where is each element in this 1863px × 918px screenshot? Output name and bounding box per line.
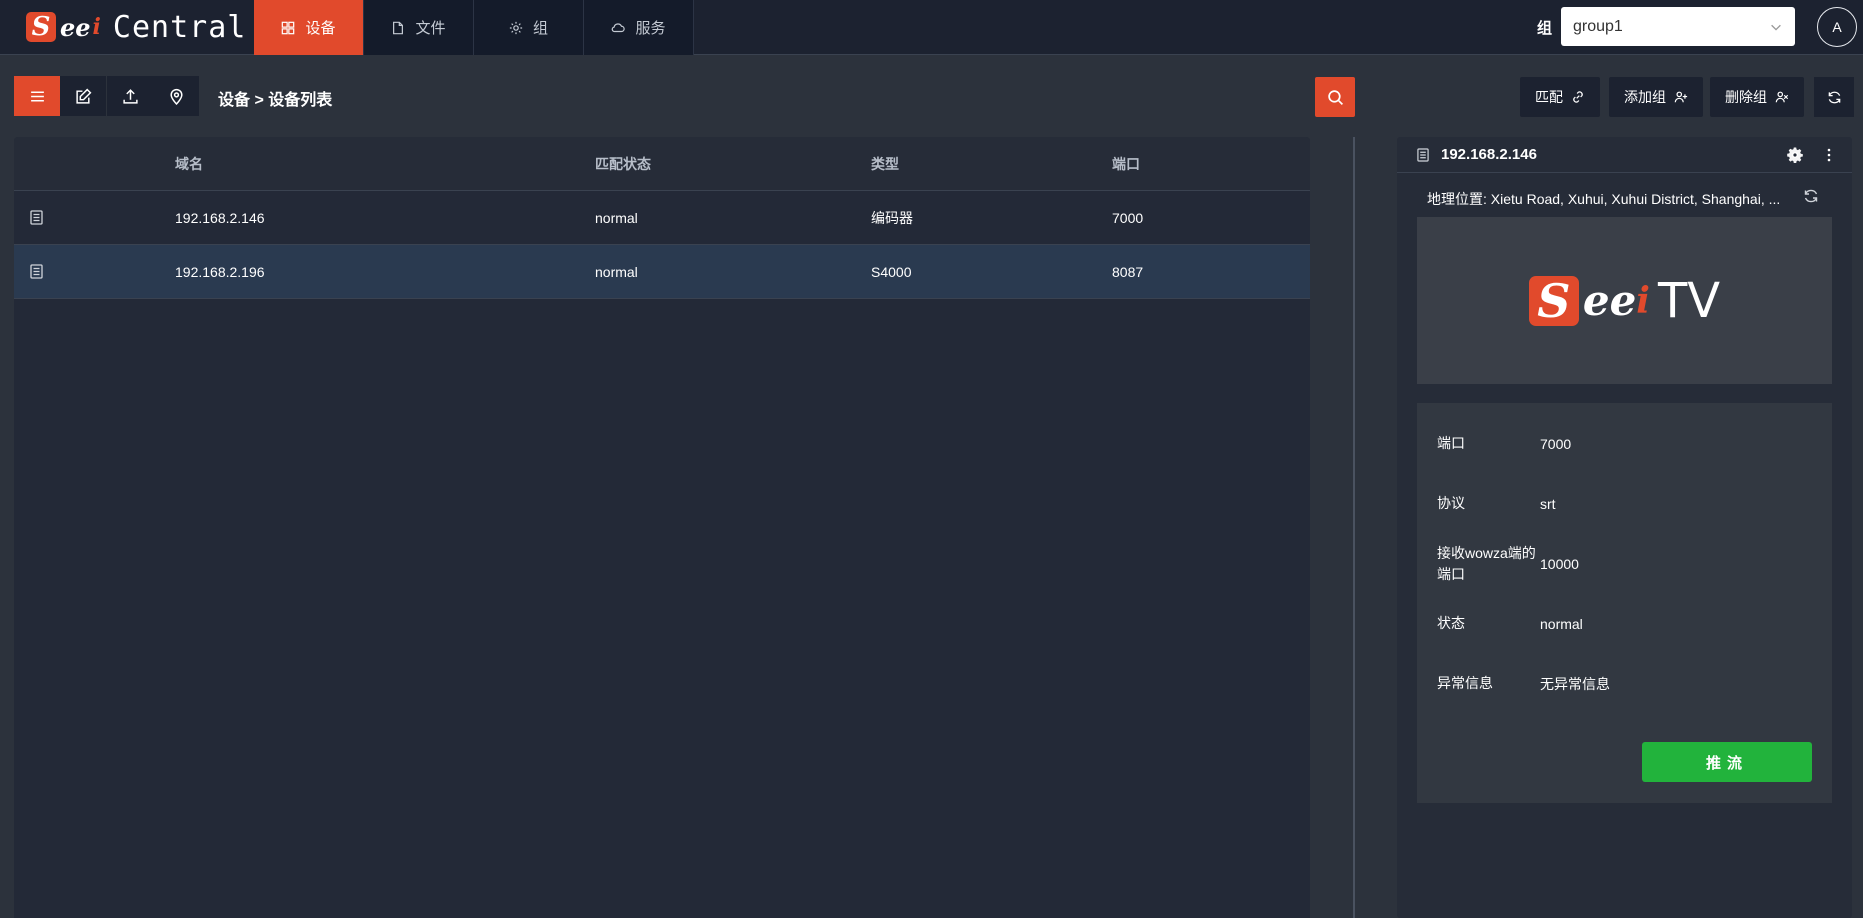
cell-status: normal bbox=[595, 209, 638, 226]
remove-user-icon bbox=[1775, 91, 1789, 103]
match-button-label: 匹配 bbox=[1535, 89, 1563, 105]
field-value: normal bbox=[1540, 615, 1583, 632]
field-label: 协议 bbox=[1437, 495, 1465, 511]
add-group-button[interactable]: 添加组 bbox=[1609, 77, 1703, 117]
device-table: 域名 匹配状态 类型 端口 192.168.2.146 normal 编码器 7… bbox=[14, 137, 1310, 918]
logo-i: i bbox=[92, 14, 101, 40]
group-select-value: group1 bbox=[1573, 17, 1623, 35]
logo-ee: ee bbox=[60, 12, 91, 42]
tab-label: 设备 bbox=[305, 20, 336, 37]
seei-tv-logo: S ee i TV bbox=[1528, 272, 1721, 329]
tv-logo-ee: ee bbox=[1582, 276, 1637, 325]
add-user-icon bbox=[1674, 91, 1688, 103]
cell-type: 编码器 bbox=[871, 209, 913, 226]
field-row-wowza-port: 接收wowza端的端口 10000 bbox=[1437, 543, 1817, 585]
match-button[interactable]: 匹配 bbox=[1520, 77, 1600, 117]
upload-icon bbox=[122, 88, 138, 104]
tab-label: 文件 bbox=[415, 20, 446, 37]
field-row-port: 端口 7000 bbox=[1437, 433, 1817, 454]
tab-label: 服务 bbox=[635, 20, 666, 37]
field-label: 接收wowza端的端口 bbox=[1437, 545, 1536, 582]
cell-domain: 192.168.2.196 bbox=[175, 263, 265, 280]
delete-group-button-label: 删除组 bbox=[1725, 89, 1767, 105]
edit-button[interactable] bbox=[60, 76, 106, 116]
field-row-status: 状态 normal bbox=[1437, 613, 1817, 634]
device-icon bbox=[30, 210, 43, 225]
tab-devices[interactable]: 设备 bbox=[254, 0, 364, 55]
cell-port: 8087 bbox=[1112, 263, 1144, 280]
cloud-icon bbox=[612, 22, 626, 32]
search-button[interactable] bbox=[1315, 77, 1355, 117]
detail-fields: 端口 7000 协议 srt 接收wowza端的端口 10000 状态 norm… bbox=[1417, 403, 1832, 803]
tv-logo-i: i bbox=[1636, 279, 1650, 322]
column-header-domain[interactable]: 域名 bbox=[175, 154, 595, 174]
device-detail-panel: 192.168.2.146 地理位置: Xietu Road, Xuhui, X… bbox=[1397, 137, 1852, 918]
settings-gear-icon[interactable] bbox=[1787, 147, 1803, 163]
field-label: 状态 bbox=[1437, 615, 1465, 631]
field-row-protocol: 协议 srt bbox=[1437, 493, 1817, 514]
field-value: srt bbox=[1540, 495, 1556, 512]
field-value: 无异常信息 bbox=[1540, 675, 1610, 692]
panel-splitter[interactable] bbox=[1353, 137, 1355, 918]
table-row[interactable]: 192.168.2.196 normal S4000 8087 bbox=[14, 245, 1310, 299]
column-header-match-status[interactable]: 匹配状态 bbox=[595, 154, 871, 174]
logo-badge: S bbox=[26, 12, 56, 42]
tab-groups[interactable]: 组 bbox=[474, 0, 584, 55]
table-row[interactable]: 192.168.2.146 normal 编码器 7000 bbox=[14, 191, 1310, 245]
delete-group-button[interactable]: 删除组 bbox=[1710, 77, 1804, 117]
avatar[interactable]: A bbox=[1817, 7, 1857, 47]
upload-button[interactable] bbox=[107, 76, 153, 116]
field-label: 端口 bbox=[1437, 435, 1465, 451]
cell-status: normal bbox=[595, 263, 638, 280]
location-refresh-icon[interactable] bbox=[1803, 188, 1819, 204]
file-icon bbox=[393, 21, 404, 34]
tab-services[interactable]: 服务 bbox=[584, 0, 694, 55]
device-icon bbox=[1417, 147, 1429, 162]
edit-icon bbox=[75, 88, 91, 104]
column-header-port[interactable]: 端口 bbox=[1112, 154, 1310, 174]
column-header-type[interactable]: 类型 bbox=[871, 154, 1112, 174]
field-value: 7000 bbox=[1540, 435, 1572, 452]
menu-icon bbox=[30, 90, 44, 102]
refresh-button[interactable] bbox=[1814, 77, 1854, 117]
table-header: 域名 匹配状态 类型 端口 bbox=[14, 137, 1310, 191]
cell-type: S4000 bbox=[871, 263, 912, 280]
tv-logo-badge: S bbox=[1528, 275, 1579, 326]
nav-tabs: 设备 文件 组 服务 bbox=[254, 0, 694, 55]
chevron-down-icon bbox=[1771, 24, 1781, 31]
detail-header: 192.168.2.146 bbox=[1397, 137, 1852, 173]
search-icon bbox=[1327, 89, 1343, 105]
cell-port: 7000 bbox=[1112, 209, 1144, 226]
breadcrumb: 设备 > 设备列表 bbox=[218, 92, 333, 109]
tab-label: 组 bbox=[532, 20, 548, 37]
location-button[interactable] bbox=[153, 76, 199, 116]
device-icon bbox=[30, 264, 43, 279]
location-pin-icon bbox=[169, 88, 183, 105]
field-value: 10000 bbox=[1540, 556, 1579, 572]
top-navbar: S ee i Central 设备 文件 组 服务 组 group1 A bbox=[0, 0, 1863, 55]
add-group-button-label: 添加组 bbox=[1624, 89, 1666, 105]
cell-domain: 192.168.2.146 bbox=[175, 209, 265, 226]
field-row-error-info: 异常信息 无异常信息 bbox=[1437, 673, 1817, 694]
detail-title: 192.168.2.146 bbox=[1441, 146, 1537, 163]
more-vertical-icon[interactable] bbox=[1821, 147, 1837, 163]
field-label: 异常信息 bbox=[1437, 675, 1493, 691]
app-logo[interactable]: S ee i Central bbox=[26, 9, 247, 45]
geo-location: 地理位置: Xietu Road, Xuhui, Xuhui District,… bbox=[1427, 191, 1781, 207]
group-label: 组 bbox=[1537, 20, 1553, 37]
menu-button[interactable] bbox=[14, 76, 60, 116]
gear-icon bbox=[509, 21, 523, 34]
push-stream-button[interactable]: 推流 bbox=[1642, 742, 1812, 782]
device-preview-image: S ee i TV bbox=[1417, 217, 1832, 384]
app-name: Central bbox=[112, 9, 247, 45]
tab-files[interactable]: 文件 bbox=[364, 0, 474, 55]
dashboard-icon bbox=[282, 21, 295, 34]
group-select[interactable]: group1 bbox=[1561, 7, 1795, 46]
tv-logo-text: TV bbox=[1657, 272, 1721, 329]
refresh-icon bbox=[1828, 91, 1840, 103]
link-icon bbox=[1573, 91, 1583, 103]
